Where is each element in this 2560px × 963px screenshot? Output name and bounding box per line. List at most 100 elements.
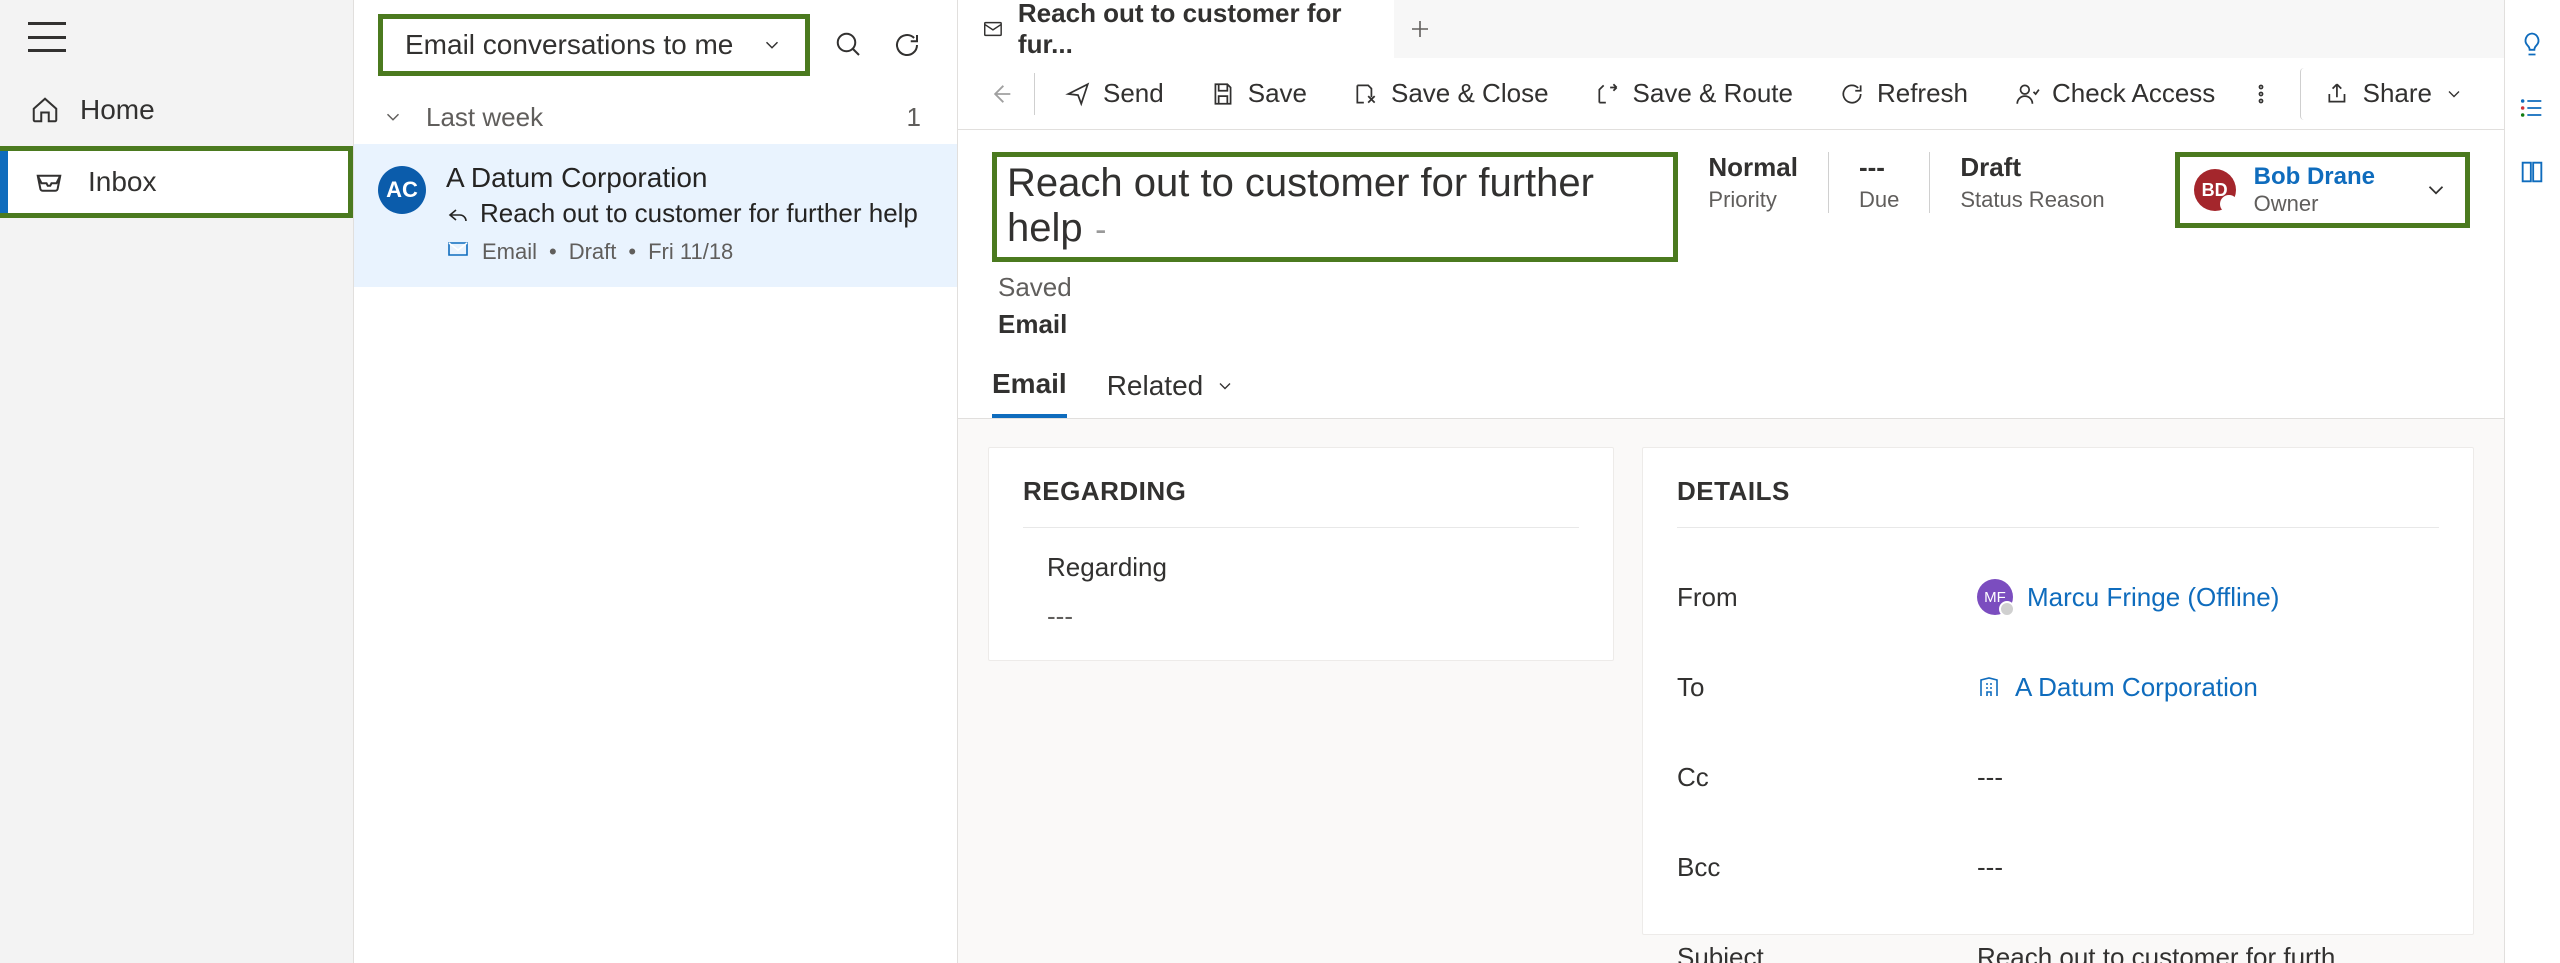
refresh-icon: [892, 30, 922, 60]
nav-inbox-label: Inbox: [88, 166, 157, 198]
cc-label: Cc: [1677, 762, 1977, 793]
document-tab[interactable]: Reach out to customer for fur...: [958, 0, 1394, 58]
chevron-down-icon: [761, 34, 783, 56]
message-status: Draft: [569, 239, 617, 265]
message-list-pane: Email conversations to me Last week 1 AC…: [354, 0, 958, 963]
save-route-button[interactable]: Save & Route: [1575, 68, 1813, 120]
knowledge-pane-button[interactable]: [2518, 158, 2548, 188]
assistant-button[interactable]: [2518, 30, 2548, 60]
check-access-label: Check Access: [2052, 78, 2215, 109]
mail-icon: [982, 17, 1004, 41]
task-pane-button[interactable]: [2518, 94, 2548, 124]
main-pane: Reach out to customer for fur... Send Sa…: [958, 0, 2504, 963]
tab-email[interactable]: Email: [992, 368, 1067, 418]
header-due-value: ---: [1859, 152, 1899, 183]
tab-related-label: Related: [1107, 370, 1204, 402]
message-item[interactable]: AC A Datum Corporation Reach out to cust…: [354, 144, 957, 287]
save-button[interactable]: Save: [1190, 68, 1327, 120]
save-icon: [1210, 81, 1236, 107]
arrow-left-icon: [987, 80, 1015, 108]
list-icon: [2518, 94, 2546, 122]
owner-name: Bob Drane: [2254, 163, 2375, 191]
header-status-label: Status Reason: [1960, 187, 2104, 213]
search-button[interactable]: [830, 26, 868, 64]
book-icon: [2518, 158, 2546, 186]
left-nav: Home Inbox: [0, 0, 354, 963]
chevron-down-icon: [2423, 177, 2449, 203]
message-type: Email: [482, 239, 537, 265]
row-subject[interactable]: Subject Reach out to customer for furth …: [1677, 912, 2439, 963]
refresh-button[interactable]: Refresh: [1819, 68, 1988, 120]
share-label: Share: [2363, 78, 2432, 109]
form-body: REGARDING Regarding --- DETAILS From MF …: [958, 419, 2504, 963]
save-close-button[interactable]: Save & Close: [1333, 68, 1569, 120]
message-from: A Datum Corporation: [446, 162, 933, 194]
check-access-button[interactable]: Check Access: [1994, 68, 2235, 120]
list-filter-dropdown[interactable]: Email conversations to me: [378, 14, 810, 76]
chevron-down-icon: [382, 106, 404, 128]
header-status[interactable]: Draft Status Reason: [1929, 152, 2134, 213]
envelope-icon: [446, 237, 470, 267]
document-tabstrip: Reach out to customer for fur...: [958, 0, 2504, 58]
row-from[interactable]: From MF Marcu Fringe (Offline): [1677, 552, 2439, 642]
plus-icon: [1408, 17, 1432, 41]
nav-home[interactable]: Home: [0, 74, 353, 146]
owner-field[interactable]: BD Bob Drane Owner: [2175, 152, 2470, 228]
hamburger-button[interactable]: [28, 22, 66, 52]
add-tab-button[interactable]: [1394, 0, 1446, 58]
subject-label: Subject: [1677, 942, 1977, 963]
chevron-down-icon: [1215, 376, 1235, 396]
bcc-value: ---: [1977, 852, 2003, 883]
avatar: AC: [378, 166, 426, 214]
command-bar: Send Save Save & Close Save & Route Refr…: [958, 58, 2504, 130]
avatar: MF: [1977, 579, 2013, 615]
more-commands-button[interactable]: [2241, 82, 2281, 106]
row-to[interactable]: To A Datum Corporation: [1677, 642, 2439, 732]
right-rail: [2504, 0, 2560, 963]
row-bcc[interactable]: Bcc ---: [1677, 822, 2439, 912]
share-button[interactable]: Share: [2300, 68, 2484, 120]
row-cc[interactable]: Cc ---: [1677, 732, 2439, 822]
from-value: Marcu Fringe (Offline): [2027, 582, 2279, 613]
header-due[interactable]: --- Due: [1828, 152, 1929, 213]
record-title-field[interactable]: Reach out to customer for further help -: [992, 152, 1678, 262]
details-card: DETAILS From MF Marcu Fringe (Offline) T…: [1642, 447, 2474, 935]
cc-value: ---: [1977, 762, 2003, 793]
details-header: DETAILS: [1677, 476, 2439, 507]
list-group-label: Last week: [426, 102, 543, 133]
tab-email-label: Email: [992, 368, 1067, 400]
check-access-icon: [2014, 81, 2040, 107]
regarding-header: REGARDING: [1023, 476, 1579, 507]
refresh-list-button[interactable]: [888, 26, 926, 64]
save-close-label: Save & Close: [1391, 78, 1549, 109]
from-label: From: [1677, 582, 1977, 613]
tab-related[interactable]: Related: [1107, 368, 1236, 418]
header-priority-label: Priority: [1708, 187, 1798, 213]
nav-inbox[interactable]: Inbox: [0, 146, 353, 218]
to-value: A Datum Corporation: [2015, 672, 2258, 703]
send-label: Send: [1103, 78, 1164, 109]
save-route-label: Save & Route: [1633, 78, 1793, 109]
avatar: BD: [2194, 169, 2236, 211]
regarding-value[interactable]: ---: [1047, 601, 1579, 632]
search-icon: [834, 30, 864, 60]
back-button[interactable]: [978, 71, 1024, 117]
save-label: Save: [1248, 78, 1307, 109]
reply-icon: [446, 202, 470, 226]
document-tab-title: Reach out to customer for fur...: [1018, 0, 1370, 60]
bcc-label: Bcc: [1677, 852, 1977, 883]
list-group-header[interactable]: Last week 1: [354, 90, 957, 144]
subject-value: Reach out to customer for furth ...: [1977, 942, 2364, 963]
save-route-icon: [1595, 81, 1621, 107]
share-icon: [2325, 81, 2351, 107]
owner-role: Owner: [2254, 191, 2375, 217]
refresh-icon: [1839, 81, 1865, 107]
more-vertical-icon: [2249, 82, 2273, 106]
header-due-label: Due: [1859, 187, 1899, 213]
header-priority[interactable]: Normal Priority: [1678, 152, 1828, 213]
record-saved-status: Saved: [998, 272, 1678, 303]
refresh-label: Refresh: [1877, 78, 1968, 109]
save-close-icon: [1353, 81, 1379, 107]
inbox-icon: [34, 167, 64, 197]
send-button[interactable]: Send: [1045, 68, 1184, 120]
